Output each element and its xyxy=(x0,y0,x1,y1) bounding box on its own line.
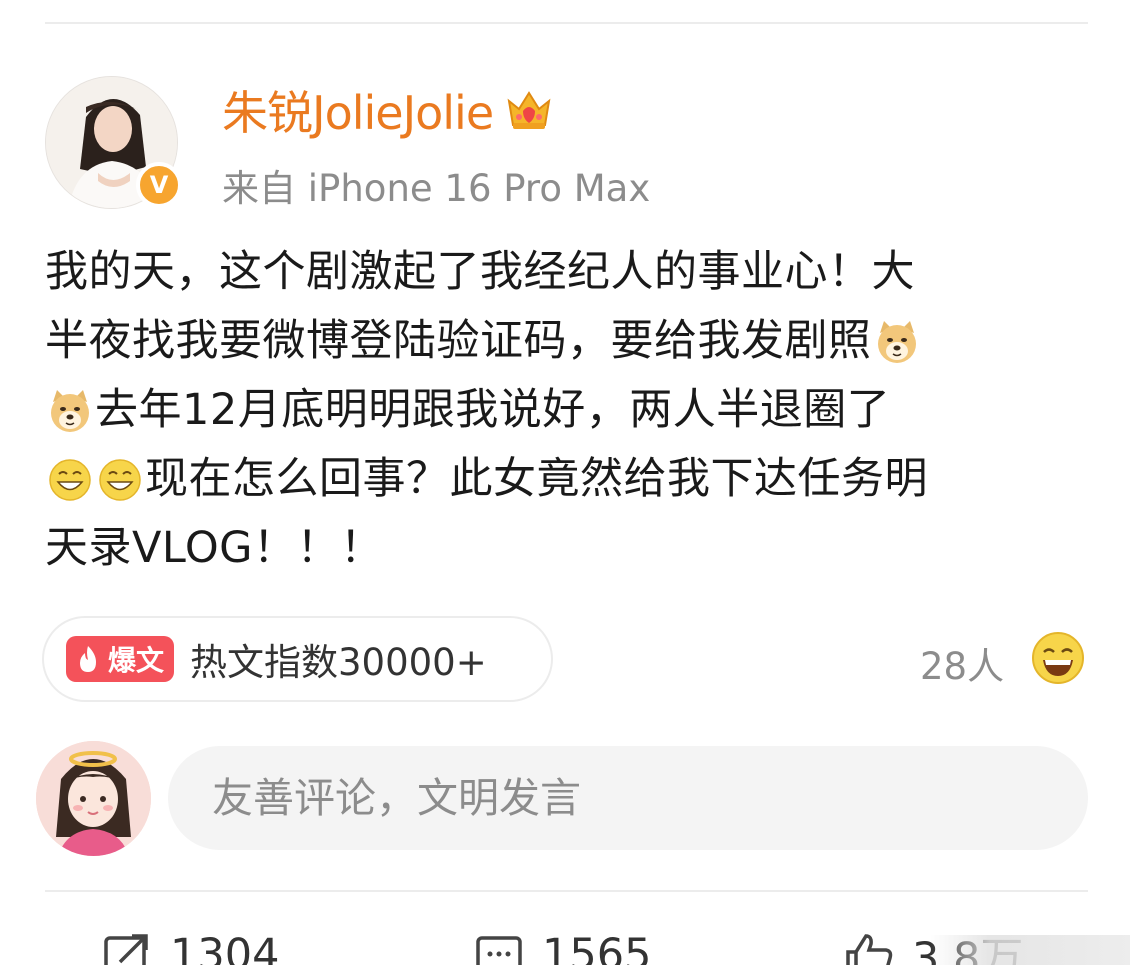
repost-count: 1304 xyxy=(170,930,280,965)
post-line: 现在怎么回事？此女竟然给我下达任务明 xyxy=(45,445,1095,514)
comment-button[interactable]: 1565 xyxy=(472,925,651,965)
crown-icon xyxy=(507,91,551,129)
bottom-divider xyxy=(45,890,1088,892)
post-line: 我的天，这个剧激起了我经纪人的事业心！大 xyxy=(45,238,1095,307)
comment-input[interactable] xyxy=(168,746,1088,850)
post-line-text: 半夜找我要微博登陆验证码，要给我发剧照 xyxy=(45,316,872,366)
post-line-text: 去年12月底明明跟我说好，两人半退圈了 xyxy=(95,385,891,435)
post-line: 天录VLOG！！！ xyxy=(45,514,1095,583)
username-text[interactable]: 朱锐JolieJolie xyxy=(222,77,494,143)
post-line-text: 天录VLOG！！！ xyxy=(45,523,384,573)
laugh-emoji-icon[interactable] xyxy=(1030,630,1086,686)
doge-emoji-icon xyxy=(877,320,916,363)
post-source: 来自 iPhone 16 Pro Max xyxy=(222,167,651,210)
doge-emoji-icon xyxy=(51,389,89,432)
verified-badge-icon: V xyxy=(136,162,182,208)
repost-button[interactable]: 1304 xyxy=(100,925,279,965)
comment-count: 1565 xyxy=(542,930,652,965)
post-line-text: 现在怎么回事？此女竟然给我下达任务明 xyxy=(145,454,928,504)
hot-article-pill[interactable]: 爆文 热文指数30000+ xyxy=(42,616,553,702)
grin-emoji-icon xyxy=(99,458,141,501)
top-divider xyxy=(45,22,1088,24)
weibo-flame-icon xyxy=(80,646,96,672)
commenter-avatar[interactable] xyxy=(36,741,151,856)
comment-icon xyxy=(476,936,522,965)
hot-badge: 爆文 xyxy=(66,636,175,682)
hot-badge-label: 爆文 xyxy=(108,644,165,677)
repost-icon xyxy=(104,934,148,965)
watermark xyxy=(930,935,1130,965)
author-username[interactable]: 朱锐JolieJolie xyxy=(222,80,555,140)
likers-count[interactable]: 28人 xyxy=(920,636,1004,690)
hot-index-text: 热文指数30000+ xyxy=(190,641,487,684)
post-body: 我的天，这个剧激起了我经纪人的事业心！大 半夜找我要微博登陆验证码，要给我发剧照… xyxy=(45,238,1095,583)
grin-emoji-icon xyxy=(49,458,91,501)
post-line-text: 我的天，这个剧激起了我经纪人的事业心！大 xyxy=(45,247,915,297)
post-line: 去年12月底明明跟我说好，两人半退圈了 xyxy=(45,376,1095,445)
thumbs-up-icon xyxy=(846,934,893,965)
post-line: 半夜找我要微博登陆验证码，要给我发剧照 xyxy=(45,307,1095,376)
